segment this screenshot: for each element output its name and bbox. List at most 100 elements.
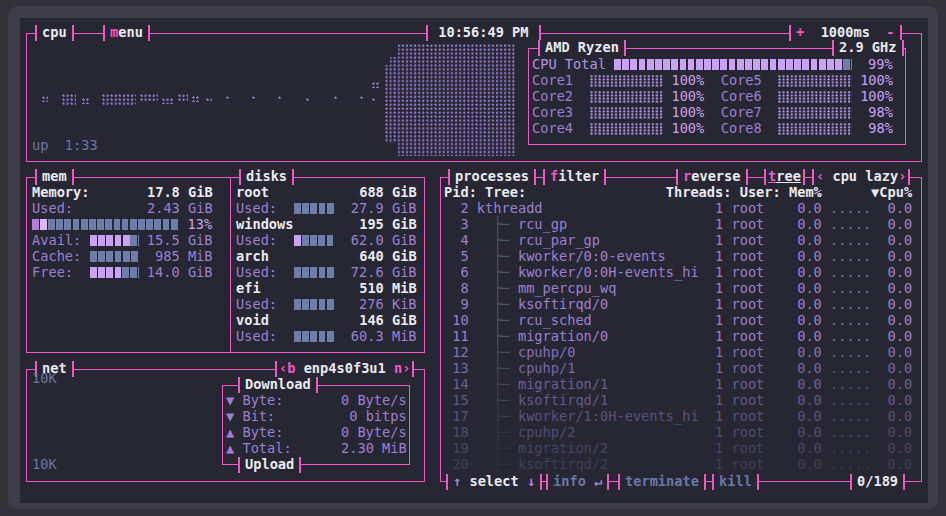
select-up-icon[interactable]: ↑ (453, 473, 469, 489)
upload-title: Upload (238, 457, 301, 473)
process-row[interactable]: 20 ├─ ksoftirqd/2 1 root 0.0 ..... 0.0 (444, 457, 912, 473)
process-row[interactable]: 8 ├─ mm_percpu_wq 1 root 0.0 ..... 0.0 (444, 281, 912, 297)
mem-used-value: 2.43 GiB (73, 200, 213, 216)
proc-dots: ..... (830, 456, 871, 472)
disk-used-value: 62.0 GiB (334, 232, 416, 248)
mem-meter (90, 267, 139, 278)
proc-pid: 14 (444, 376, 477, 392)
proc-mem: 0.0 (764, 376, 822, 392)
proc-tree-branch: ├─ (477, 248, 518, 264)
disk-used-label: Used: (236, 296, 294, 312)
cpu-total-pct: 99% (852, 56, 893, 72)
sort-next-button[interactable]: › (898, 168, 906, 184)
proc-user: root (731, 248, 764, 264)
core-meter (590, 91, 664, 103)
menu-label: enu (118, 24, 143, 40)
disk-name: root (236, 184, 269, 200)
proc-name: rcu_gp (518, 216, 567, 232)
disk-size: 510 MiB (261, 280, 417, 296)
proc-dots: ..... (830, 376, 871, 392)
menu-button[interactable]: menu (103, 25, 150, 41)
process-row[interactable]: 6 ├─ kworker/0:0H-events_hi 1 root 0.0 .… (444, 265, 912, 281)
disks-box-title[interactable]: disks (239, 169, 294, 185)
proc-cpu: 0.0 (888, 280, 913, 296)
proc-dots: ..... (830, 440, 871, 456)
proc-threads: 1 (715, 296, 723, 312)
disk-used-meter (294, 331, 335, 342)
proc-user: root (731, 360, 764, 376)
process-row[interactable]: 19 ├─ migration/2 1 root 0.0 ..... 0.0 (444, 441, 912, 457)
disk-used-value: 72.6 GiB (334, 264, 416, 280)
proc-tree-branch: ├─ (477, 408, 518, 424)
proc-threads: 1 (715, 408, 723, 424)
process-row[interactable]: 11 ├─ migration/0 1 root 0.0 ..... 0.0 (444, 329, 912, 345)
proc-mem: 0.0 (764, 280, 822, 296)
process-row[interactable]: 18 ├─ cpuhp/2 1 root 0.0 ..... 0.0 (444, 425, 912, 441)
proc-user: root (731, 312, 764, 328)
core-meter (778, 75, 852, 87)
cpu-graph-trace (226, 96, 230, 100)
mem-total-row: Memory: 17.8 GiB (32, 185, 213, 201)
proc-mem: 0.0 (764, 456, 822, 472)
mem-used-row: Used: 2.43 GiB (32, 201, 213, 217)
process-row[interactable]: 5 ├─ kworker/0:0-events 1 root 0.0 .....… (444, 249, 912, 265)
process-row[interactable]: 14 ├─ migration/1 1 root 0.0 ..... 0.0 (444, 377, 912, 393)
process-row[interactable]: 9 ├─ ksoftirqd/0 1 root 0.0 ..... 0.0 (444, 297, 912, 313)
proc-threads: 1 (715, 232, 723, 248)
proc-threads: 1 (715, 216, 723, 232)
core-name: Core7 (721, 104, 762, 120)
info-button[interactable]: info ↵ (546, 474, 609, 490)
disk-used-row: Used: 72.6 GiB (236, 265, 417, 281)
sort-prev-button[interactable]: ‹ (816, 168, 832, 184)
net-row-label: Byte: (242, 424, 283, 440)
process-row[interactable]: 12 ├─ cpuhp/0 1 root 0.0 ..... 0.0 (444, 345, 912, 361)
proc-tree-branch: ├─ (477, 456, 518, 472)
proc-pid: 11 (444, 328, 477, 344)
process-row[interactable]: 15 ├─ ksoftirqd/1 1 root 0.0 ..... 0.0 (444, 393, 912, 409)
process-row[interactable]: 13 ├─ cpuhp/1 1 root 0.0 ..... 0.0 (444, 361, 912, 377)
proc-threads: 1 (715, 264, 723, 280)
proc-tree-branch: ├─ (477, 232, 518, 248)
kill-button[interactable]: kill (712, 474, 759, 490)
iface-prev-button[interactable]: ‹b (279, 360, 304, 376)
terminate-button[interactable]: terminate (618, 474, 706, 490)
proc-user: root (731, 440, 764, 456)
processes-box-title[interactable]: processes (448, 169, 536, 185)
process-row[interactable]: 2 kthreadd 1 root 0.0 ..... 0.0 (444, 201, 912, 217)
sort-label: cpu lazy (832, 168, 898, 184)
cpu-box-title[interactable]: cpu (35, 25, 74, 41)
proc-threads: 1 (715, 248, 723, 264)
proc-tree-branch: ├─ (477, 376, 518, 392)
proc-dots: ..... (830, 360, 871, 376)
interval-minus-button[interactable]: - (870, 24, 895, 40)
core-name: Core6 (721, 88, 762, 104)
tree-button[interactable]: tree (764, 169, 805, 185)
proc-cpu: 0.0 (888, 424, 913, 440)
proc-pid: 3 (444, 216, 477, 232)
process-row[interactable]: 3 ├─ rcu_gp 1 root 0.0 ..... 0.0 (444, 217, 912, 233)
cpu-graph-trace (178, 94, 188, 102)
process-row[interactable]: 4 ├─ rcu_par_gp 1 root 0.0 ..... 0.0 (444, 233, 912, 249)
proc-dots: ..... (830, 248, 871, 264)
interval-plus-button[interactable]: + (796, 24, 821, 40)
select-down-icon[interactable]: ↓ (519, 473, 535, 489)
proc-cpu: 0.0 (888, 264, 913, 280)
proc-cpu: 0.0 (888, 248, 913, 264)
disk-name: efi (236, 280, 261, 296)
net-stat-row: ▼ Byte: 0 Byte/s (226, 393, 407, 409)
mem-box-title[interactable]: mem (35, 169, 74, 185)
net-row-label: Total: (242, 440, 291, 456)
reverse-button[interactable]: reverse (676, 169, 748, 185)
core-pct: 100% (671, 72, 704, 88)
process-row[interactable]: 17 ├─ kworker/1:0H-events_hi 1 root 0.0 … (444, 409, 912, 425)
proc-pid: 5 (444, 248, 477, 264)
info-enter-icon: ↵ (594, 473, 602, 489)
proc-pid: 2 (444, 200, 477, 216)
filter-button[interactable]: filter (543, 169, 606, 185)
mem-meter-row: Avail: 15.5 GiB (32, 233, 213, 249)
net-row-value: 0 Byte/s (284, 424, 407, 440)
process-row[interactable]: 10 ├─ rcu_sched 1 root 0.0 ..... 0.0 (444, 313, 912, 329)
core-meter (778, 123, 852, 135)
select-control[interactable]: ↑ select ↓ (446, 474, 542, 490)
iface-next-button[interactable]: n› (386, 360, 411, 376)
